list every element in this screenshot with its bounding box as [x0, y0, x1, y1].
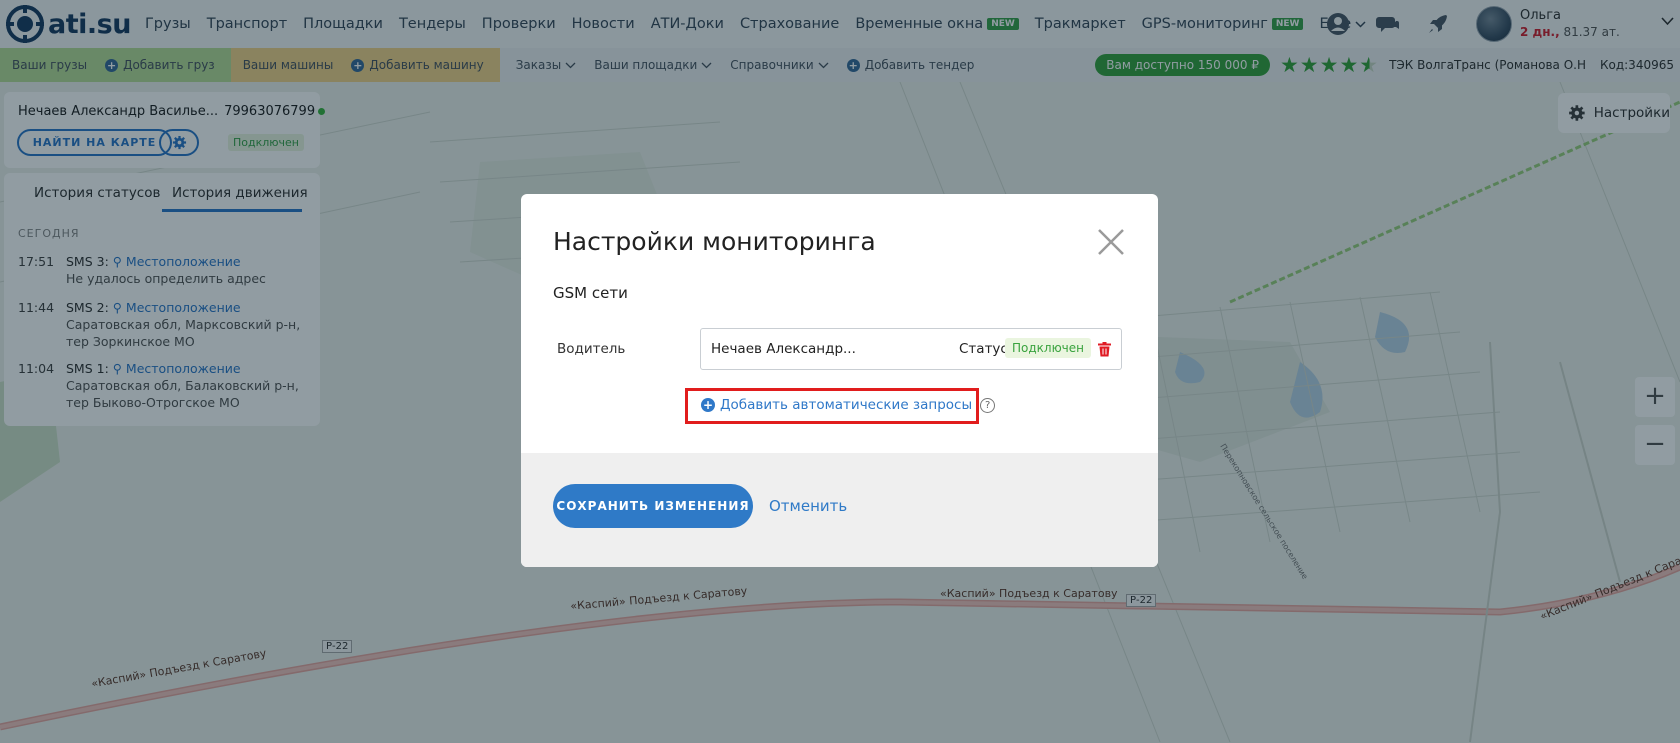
help-icon[interactable]: ? [980, 397, 996, 413]
driver-field[interactable]: Нечаев Александр... Статус Подключен [700, 328, 1122, 370]
modal-title: Настройки мониторинга [553, 227, 876, 256]
trash-icon[interactable] [1098, 342, 1111, 357]
driver-field-label: Водитель [557, 341, 626, 357]
status-badge: Подключен [1005, 338, 1091, 358]
cancel-button[interactable]: Отменить [769, 497, 847, 515]
save-button[interactable]: СОХРАНИТЬ ИЗМЕНЕНИЯ [553, 484, 753, 528]
close-icon[interactable] [1096, 227, 1126, 257]
status-label: Статус [959, 341, 1008, 357]
monitoring-settings-modal: Настройки мониторинга GSM сети Водитель … [521, 194, 1158, 567]
driver-field-value: Нечаев Александр... [711, 341, 856, 357]
section-label: GSM сети [553, 284, 628, 302]
highlight-box [685, 388, 979, 424]
modal-footer: СОХРАНИТЬ ИЗМЕНЕНИЯ Отменить [521, 453, 1158, 567]
